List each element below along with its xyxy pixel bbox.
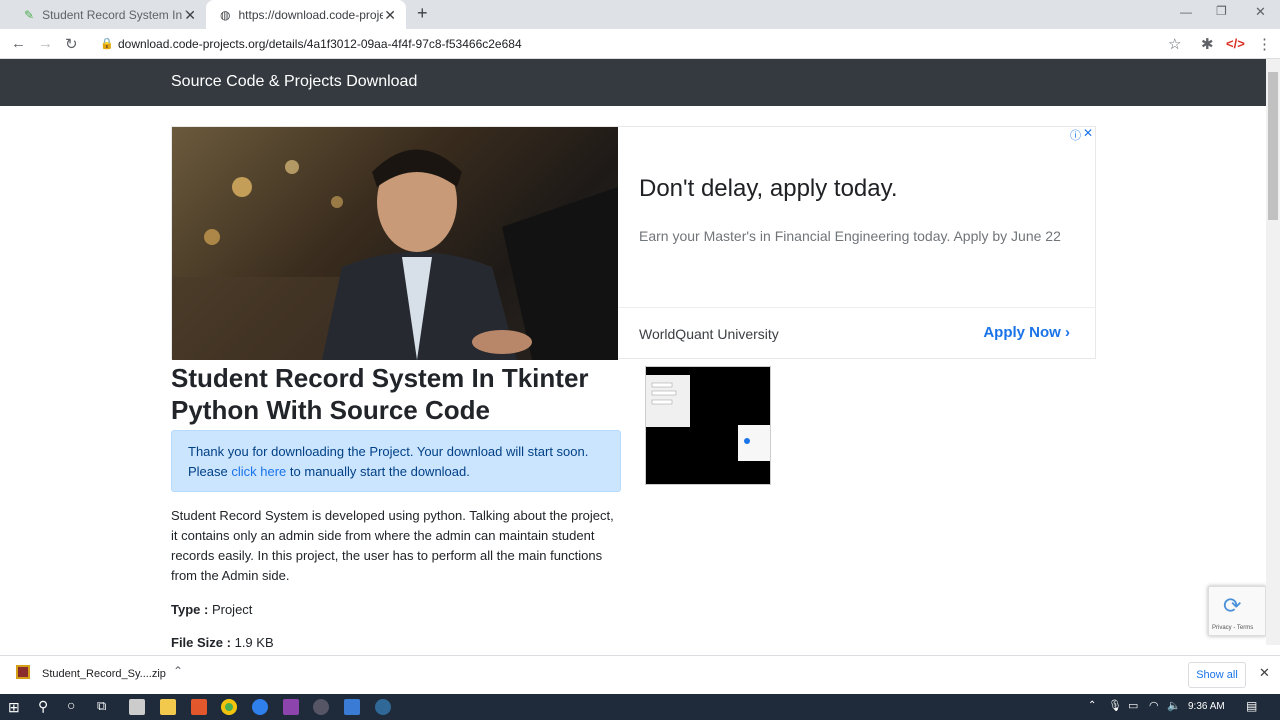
windows-start-icon[interactable]: ⊞ <box>8 699 20 716</box>
lock-icon: 🔒 <box>100 38 114 50</box>
settings-icon[interactable] <box>313 699 329 715</box>
ad-headline: Don't delay, apply today. <box>639 175 898 202</box>
close-tab-icon[interactable]: ✕ <box>184 7 196 24</box>
chrome-icon[interactable] <box>221 699 237 715</box>
reload-icon[interactable]: ↻ <box>65 35 78 53</box>
type-label: Type : <box>171 602 209 617</box>
zip-file-icon <box>16 665 30 679</box>
python-icon[interactable] <box>375 699 391 715</box>
site-brand[interactable]: Source Code & Projects Download <box>171 73 417 91</box>
scrollbar-thumb[interactable] <box>1268 72 1278 220</box>
chevron-right-icon: › <box>1065 324 1070 341</box>
recaptcha-icon: ⟳ <box>1223 593 1242 618</box>
app-icon[interactable] <box>252 699 268 715</box>
type-row: Type : Project <box>171 602 252 617</box>
site-navbar: Source Code & Projects Download <box>0 59 1266 106</box>
project-screenshot[interactable] <box>645 366 771 485</box>
xampp-icon[interactable] <box>191 699 207 715</box>
recaptcha-badge[interactable]: ⟳ Privacy - Terms <box>1208 586 1266 636</box>
man-at-laptop-image <box>172 149 618 360</box>
notifications-icon[interactable]: ▤ <box>1246 699 1257 713</box>
photos-icon[interactable] <box>344 699 360 715</box>
file-explorer-icon[interactable] <box>160 699 176 715</box>
tab-label: https://download.code-projects.o <box>238 7 384 22</box>
new-tab-button[interactable]: + <box>417 3 428 24</box>
ad-info-icon[interactable]: ⓘ <box>1070 127 1081 143</box>
file-size-row: File Size : 1.9 KB <box>171 635 274 650</box>
ad-footer: WorldQuant University Apply Now › <box>618 307 1096 359</box>
file-size-value: 1.9 KB <box>234 635 274 650</box>
close-window-icon[interactable]: ✕ <box>1255 4 1266 20</box>
manual-download-link[interactable]: click here <box>231 464 286 479</box>
ad-advertiser: WorldQuant University <box>639 326 779 342</box>
minimize-icon[interactable]: — <box>1180 5 1192 19</box>
ad-body: Earn your Master's in Financial Engineer… <box>639 228 1061 244</box>
search-icon[interactable]: ⚲ <box>38 698 48 715</box>
battery-icon[interactable]: ▭ <box>1128 699 1138 712</box>
menu-icon[interactable]: ⋮ <box>1257 35 1272 53</box>
system-clock[interactable]: 9:36 AM <box>1188 701 1225 712</box>
project-description: Student Record System is developed using… <box>171 508 614 583</box>
globe-icon: ◍ <box>220 7 231 22</box>
tab-download[interactable]: ◍ https://download.code-projects.o ✕ <box>206 0 406 29</box>
ad-close-icon[interactable]: ✕ <box>1083 126 1093 140</box>
browser-toolbar: ← → ↻ 🔒 download.code-projects.org/detai… <box>0 29 1280 59</box>
download-alert: Thank you for downloading the Project. Y… <box>171 430 621 492</box>
extensions-icon[interactable]: ✱ <box>1201 35 1214 53</box>
show-all-button[interactable]: Show all <box>1188 662 1246 688</box>
browser-tab-strip: ✎ Student Record System In Tkinter ✕ ◍ h… <box>0 0 1280 29</box>
url-text: download.code-projects.org/details/4a1f3… <box>118 37 522 51</box>
chevron-up-icon[interactable]: ⌃ <box>173 664 183 678</box>
microphone-icon[interactable]: 🎙 <box>1108 699 1122 712</box>
tray-chevron-icon[interactable]: ⌃ <box>1088 700 1096 711</box>
site-favicon-icon: ✎ <box>24 7 35 22</box>
cortana-icon[interactable]: ○ <box>67 697 75 713</box>
advertisement[interactable]: ⓘ ✕ Don't delay, apply today. Earn your … <box>171 126 1096 360</box>
store-icon[interactable] <box>129 699 145 715</box>
address-bar[interactable]: 🔒 download.code-projects.org/details/4a1… <box>90 32 1195 56</box>
close-tab-icon[interactable]: ✕ <box>384 7 396 24</box>
apply-now-label: Apply Now <box>983 324 1061 341</box>
file-size-label: File Size : <box>171 635 231 650</box>
windows-taskbar: ⊞ ⚲ ○ ⧉ ⌃ 🎙 ▭ ◠ 🔈 9:36 AM ▤ <box>0 694 1280 720</box>
close-download-bar-icon[interactable]: ✕ <box>1259 665 1270 681</box>
ad-image <box>172 127 618 360</box>
type-value: Project <box>211 602 253 617</box>
download-bar: Student_Record_Sy....zip ⌃ Show all ✕ <box>0 655 1280 694</box>
maximize-icon[interactable]: ❐ <box>1216 4 1227 18</box>
visual-studio-icon[interactable] <box>283 699 299 715</box>
tab-student-record[interactable]: ✎ Student Record System In Tkinter ✕ <box>10 0 206 29</box>
page-title: Student Record System In Tkinter Python … <box>171 363 589 425</box>
star-icon[interactable]: ☆ <box>1168 35 1181 53</box>
forward-icon[interactable]: → <box>38 35 53 52</box>
code-extension-icon[interactable]: </> <box>1226 36 1245 51</box>
alert-tail: to manually start the download. <box>289 464 470 479</box>
back-icon[interactable]: ← <box>11 35 26 52</box>
recaptcha-terms[interactable]: Privacy - Terms <box>1212 625 1253 631</box>
screenshot-image <box>646 375 770 461</box>
wifi-icon[interactable]: ◠ <box>1149 699 1159 712</box>
download-file-name[interactable]: Student_Record_Sy....zip <box>42 668 166 680</box>
tab-label: Student Record System In Tkinter <box>42 7 187 22</box>
task-view-icon[interactable]: ⧉ <box>97 698 106 714</box>
apply-now-button[interactable]: Apply Now › <box>983 324 1070 341</box>
volume-icon[interactable]: 🔈 <box>1167 699 1181 712</box>
